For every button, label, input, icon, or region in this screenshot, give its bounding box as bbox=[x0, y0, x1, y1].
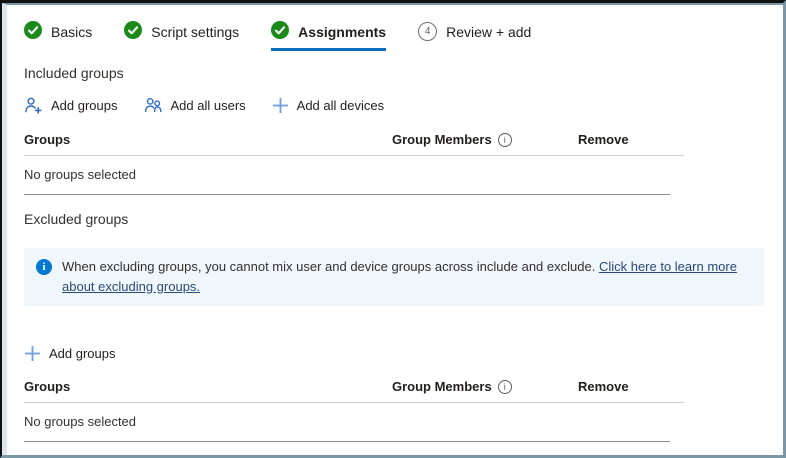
column-group-members: Group Members i bbox=[392, 132, 578, 147]
button-label: Add groups bbox=[49, 346, 116, 361]
included-groups-heading: Included groups bbox=[24, 65, 763, 81]
check-circle-icon bbox=[124, 21, 142, 42]
button-label: Add all users bbox=[171, 98, 246, 113]
tab-label: Review + add bbox=[446, 24, 531, 40]
included-groups-toolbar: Add groups Add all users Add all de bbox=[24, 96, 763, 115]
column-remove: Remove bbox=[578, 132, 684, 147]
tab-assignments[interactable]: Assignments bbox=[271, 21, 386, 51]
tab-script-settings[interactable]: Script settings bbox=[124, 21, 239, 51]
included-groups-table: Groups Group Members i Remove No groups … bbox=[24, 132, 684, 195]
add-all-users-button[interactable]: Add all users bbox=[144, 96, 246, 115]
table-header-row: Groups Group Members i Remove bbox=[24, 132, 684, 155]
info-outline-icon[interactable]: i bbox=[498, 380, 512, 394]
people-icon bbox=[144, 96, 163, 115]
table-header-row: Groups Group Members i Remove bbox=[24, 379, 684, 402]
plus-icon bbox=[272, 97, 289, 114]
info-outline-icon[interactable]: i bbox=[498, 133, 512, 147]
check-circle-icon bbox=[271, 21, 289, 42]
banner-text: When excluding groups, you cannot mix us… bbox=[62, 257, 750, 296]
info-filled-icon: i bbox=[36, 259, 52, 275]
divider bbox=[24, 441, 670, 442]
button-label: Add all devices bbox=[297, 98, 384, 113]
plus-icon bbox=[24, 345, 41, 362]
step-number-circle: 4 bbox=[418, 22, 437, 41]
excluded-groups-heading: Excluded groups bbox=[24, 211, 763, 227]
button-label: Add groups bbox=[51, 98, 118, 113]
add-groups-button-excluded[interactable]: Add groups bbox=[24, 345, 116, 362]
tab-label: Basics bbox=[51, 24, 92, 40]
column-remove: Remove bbox=[578, 379, 684, 394]
assignments-page: Basics Script settings Assignments 4 Rev… bbox=[2, 3, 783, 455]
add-all-devices-button[interactable]: Add all devices bbox=[272, 97, 384, 114]
column-groups: Groups bbox=[24, 132, 392, 147]
column-groups: Groups bbox=[24, 379, 392, 394]
column-group-members: Group Members i bbox=[392, 379, 578, 394]
tab-basics[interactable]: Basics bbox=[24, 21, 92, 51]
empty-row: No groups selected bbox=[24, 403, 684, 441]
empty-row: No groups selected bbox=[24, 156, 684, 194]
excluded-groups-table: Groups Group Members i Remove No groups … bbox=[24, 379, 684, 442]
tab-label: Script settings bbox=[151, 24, 239, 40]
tab-label: Assignments bbox=[298, 24, 386, 40]
window-frame: Basics Script settings Assignments 4 Rev… bbox=[0, 0, 786, 458]
divider bbox=[24, 194, 670, 195]
tab-review-add[interactable]: 4 Review + add bbox=[418, 22, 531, 50]
excluded-groups-toolbar: Add groups bbox=[24, 345, 763, 362]
info-banner: i When excluding groups, you cannot mix … bbox=[24, 248, 764, 306]
check-circle-icon bbox=[24, 21, 42, 42]
wizard-step-tabs: Basics Script settings Assignments 4 Rev… bbox=[24, 21, 763, 51]
person-add-icon bbox=[24, 96, 43, 115]
add-groups-button[interactable]: Add groups bbox=[24, 96, 118, 115]
